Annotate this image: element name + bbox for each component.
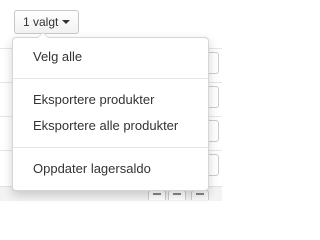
selection-count-label: 1 valgt: [23, 15, 59, 29]
menu-item-update-stock[interactable]: Oppdater lagersaldo: [13, 156, 208, 182]
toolbar-up-icon[interactable]: [148, 190, 166, 200]
menu-divider: [13, 147, 208, 148]
page: 1 valgt Velg alle Eksportere produkter E…: [0, 0, 222, 201]
selection-dropdown-button[interactable]: 1 valgt: [14, 10, 80, 34]
menu-item-export-all-products[interactable]: Eksportere alle produkter: [13, 113, 208, 139]
menu-item-export-products[interactable]: Eksportere produkter: [13, 87, 208, 113]
menu-item-select-all[interactable]: Velg alle: [13, 44, 208, 70]
menu-divider: [13, 78, 208, 79]
toolbar-list-icon[interactable]: [168, 190, 186, 200]
caret-down-icon: [62, 20, 71, 24]
bulk-actions-menu: Velg alle Eksportere produkter Eksporter…: [12, 32, 209, 191]
menu-pointer: [37, 32, 49, 38]
toolbar-delete-icon[interactable]: [191, 190, 209, 200]
